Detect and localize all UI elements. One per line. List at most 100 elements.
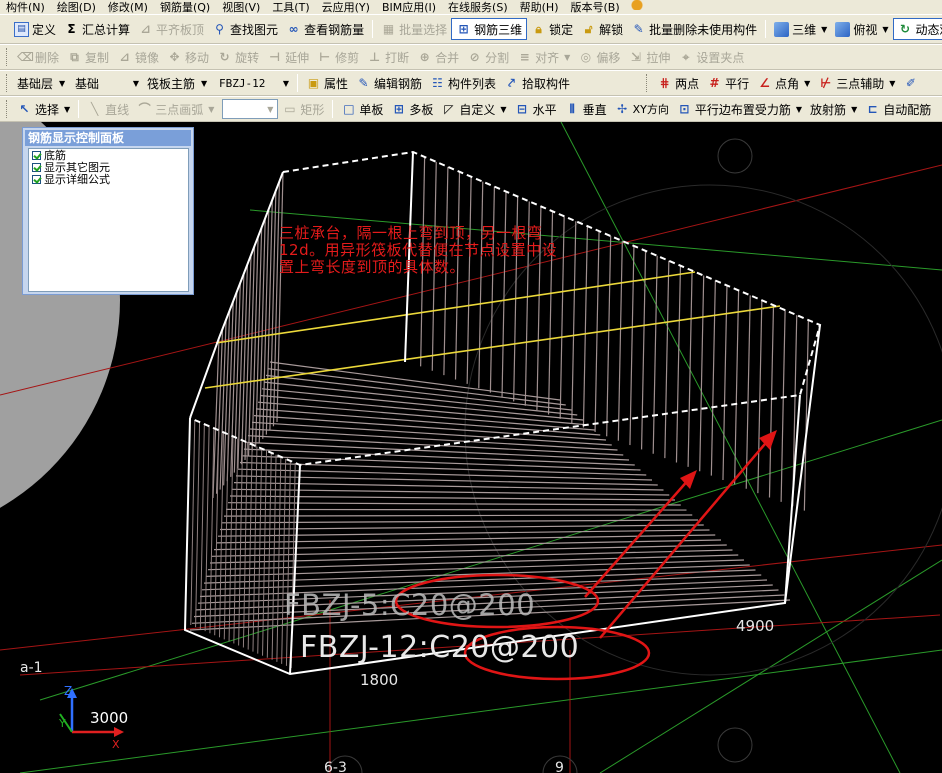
rebar-label-fbzj-12[interactable]: FBZJ-12:C20@200 [300,630,579,665]
vertical-button[interactable]: ⫴ 垂直 [561,98,611,120]
single-slab-button[interactable]: □ 单板 [337,98,387,120]
batch-select-button[interactable]: ▦ 批量选择 [377,18,451,40]
split-icon: ⊘ [469,49,480,64]
menu-version[interactable]: 版本号(B) [564,2,625,13]
arc-button[interactable]: ⌒ 三点画弧 ▼ [133,98,218,120]
trim-icon: ⊢ [319,49,331,64]
unlock-button[interactable]: 🔓︎ 解锁 [577,18,627,40]
delete-button[interactable]: ⌫ 删除 [13,46,63,68]
rotate-button[interactable]: ↻ 旋转 [213,46,263,68]
checkbox-show-formula[interactable]: 显示详细公式 [29,174,188,185]
menu-view[interactable]: 视图(V) [216,2,266,13]
merge-button[interactable]: ⊕ 合并 [413,46,463,68]
menu-draw[interactable]: 绘图(D) [51,2,102,13]
parallel-button[interactable]: # 平行 [703,72,753,94]
top-view-icon [835,21,851,37]
radial-button[interactable]: 放射筋 ▼ [806,98,861,120]
flat-top-button[interactable]: ⊿ 平齐板顶 [134,18,208,40]
summary-button[interactable]: Σ 汇总计算 [60,18,134,40]
define-button[interactable]: ▤ 定义 [0,18,60,40]
category-value: 基础 [75,76,100,91]
menu-cloud[interactable]: 云应用(Y) [316,2,376,13]
xy-direction-button[interactable]: ✢ XY方向 [611,98,673,120]
checkbox-icon[interactable] [32,175,41,184]
checkbox-icon[interactable] [32,163,41,172]
toolbar-grip[interactable] [6,74,9,92]
rect-button[interactable]: ▭ 矩形 [278,98,328,120]
split-button[interactable]: ⊘ 分割 [463,46,513,68]
rebar-line [629,245,635,446]
layer-select[interactable]: 基础层 ▼ [13,73,71,93]
stretch-button[interactable]: ⇲ 拉伸 [624,46,674,68]
break-button[interactable]: ⊥ 打断 [363,46,413,68]
horizontal-button[interactable]: ⊟ 水平 [511,98,561,120]
radial-label: 放射筋 [810,102,847,117]
align-button[interactable]: ≡ 对齐 ▼ [513,46,574,68]
mascot-icon[interactable] [629,0,644,10]
line-button[interactable]: ╲ 直线 [83,98,133,120]
panel-title[interactable]: 钢筋显示控制面板 [25,130,191,146]
menu-rebar-qty[interactable]: 钢筋量(Q) [154,2,216,13]
extend-button[interactable]: ⊣ 延伸 [263,46,313,68]
lock-button[interactable]: 🔒︎ 锁定 [527,18,577,40]
multi-slab-button[interactable]: ⊞ 多板 [387,98,437,120]
dynamic-view-button[interactable]: ↻ 动态观 [892,18,942,40]
checkbox-label: 显示详细公式 [44,173,110,186]
parallel-edge-button[interactable]: ⊡ 平行边布置受力筋 ▼ [673,98,806,120]
menu-modify[interactable]: 修改(M) [102,2,154,13]
toolbar-grip[interactable] [6,48,9,66]
merge-icon: ⊕ [419,49,430,64]
edit-rebar-button[interactable]: ✎ 编辑钢筋 [352,72,426,94]
type-select[interactable]: 筏板主筋 ▼ [143,73,215,93]
element-select[interactable]: FBZJ-12 ▼ [215,73,293,93]
three-d-button[interactable]: 三维 ▼ [770,18,831,40]
toolbar-grip[interactable] [6,100,9,118]
top-view-button[interactable]: 俯视 ▼ [831,18,892,40]
rebar-3d-button[interactable]: ⊞ 钢筋三维 [451,18,528,40]
trim-button[interactable]: ⊢ 修剪 [313,46,363,68]
custom-button[interactable]: ◸ 自定义 ▼ [437,98,510,120]
edit-rebar-label: 编辑钢筋 [374,76,423,91]
rebar-label-fbzj-5[interactable]: FBZJ-5:C20@200 [284,588,535,622]
menu-tools[interactable]: 工具(T) [266,2,315,13]
rebar-display-panel[interactable]: 钢筋显示控制面板 底筋 显示其它图元 显示详细公式 [22,127,194,295]
parallel-edge-icon: ⊡ [679,101,690,116]
single-slab-label: 单板 [359,102,384,117]
element-list-button[interactable]: ☷ 构件列表 [426,72,500,94]
checkbox-show-other[interactable]: 显示其它图元 [29,162,188,173]
point-angle-button[interactable]: ∠ 点角 ▼ [753,72,814,94]
offset-button[interactable]: ◎ 偏移 [574,46,624,68]
toolbar-grip[interactable] [646,74,649,92]
arc-option-select[interactable]: ▼ [222,99,279,119]
select-button[interactable]: ↖ 选择 ▼ [13,98,74,120]
copy-button[interactable]: ⧉ 复制 [63,46,113,68]
menu-online[interactable]: 在线服务(S) [442,2,514,13]
checkbox-icon[interactable] [32,151,41,160]
extend-label: 延伸 [285,50,310,65]
properties-button[interactable]: ▣ 属性 [302,72,352,94]
select-label: 选择 [35,102,60,117]
find-element-button[interactable]: ⚲ 查找图元 [208,18,282,40]
batch-delete-button[interactable]: ✎ 批量删除未使用构件 [627,18,761,40]
eraser-icon: ⌫ [17,49,34,64]
find-element-label: 查找图元 [230,22,279,37]
two-points-button[interactable]: ⋕ 两点 [653,72,703,94]
menu-help[interactable]: 帮助(H) [514,2,565,13]
menu-element[interactable]: 构件(N) [0,2,51,13]
checkbox-bottom-rebar[interactable]: 底筋 [29,150,188,161]
pick-element-button[interactable]: ⤤ 拾取构件 [500,72,574,94]
trim-label: 修剪 [335,50,360,65]
properties-label: 属性 [324,76,349,91]
three-point-aux-button[interactable]: ⊬ 三点辅助 ▼ [814,72,899,94]
mirror-button[interactable]: ⊿ 镜像 [113,46,163,68]
menu-bim[interactable]: BIM应用(I) [376,2,442,13]
view-rebar-button[interactable]: ∞ 查看钢筋量 [282,18,368,40]
category-select[interactable]: 基础 ▼ [71,73,143,93]
properties-icon: ▣ [307,75,320,90]
pen-tool-button[interactable]: ✐ [899,72,922,94]
set-grip-button[interactable]: ⌖ 设置夹点 [674,46,748,68]
auto-config-button[interactable]: ⊏ 自动配筋 [861,98,935,120]
rebar-line [219,524,704,531]
move-button[interactable]: ✥ 移动 [163,46,213,68]
rebar-line [664,260,670,459]
